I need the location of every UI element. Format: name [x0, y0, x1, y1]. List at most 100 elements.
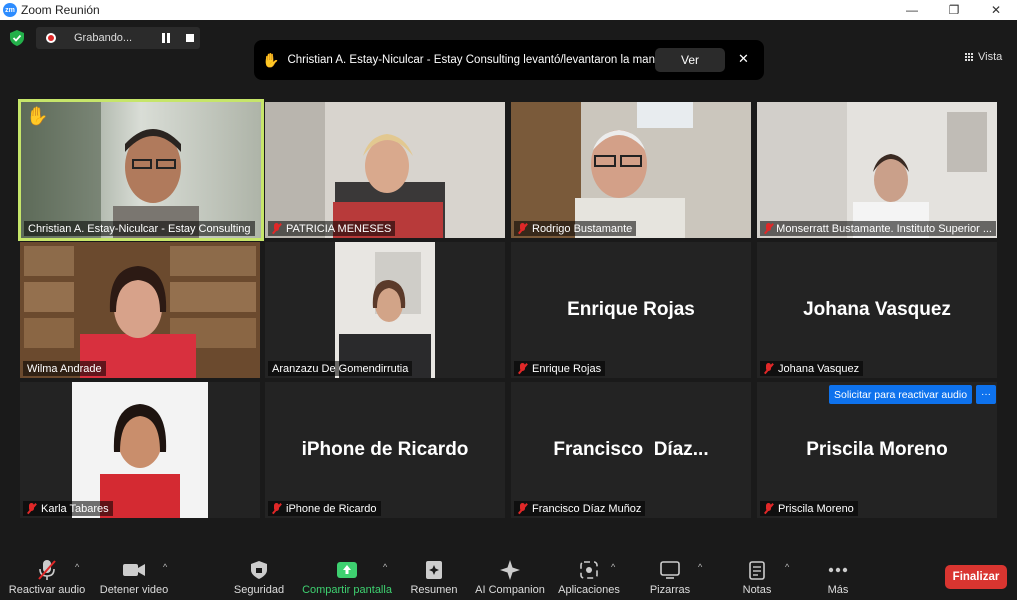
notification-text: Christian A. Estay-Niculcar - Estay Cons…	[287, 54, 662, 66]
muted-microphone-icon	[38, 560, 56, 580]
view-label: Vista	[978, 51, 1003, 63]
meeting-toolbar: Reactivar audio ^ Detener video ^ Seguri…	[0, 550, 1017, 600]
participant-video-feed	[511, 102, 751, 238]
more-button[interactable]: Más	[818, 550, 858, 600]
apps-options-caret-icon[interactable]: ^	[611, 562, 615, 572]
video-tile[interactable]: Wilma Andrade	[20, 242, 260, 378]
encryption-shield-icon[interactable]	[10, 30, 24, 46]
recording-indicator: Grabando...	[36, 27, 200, 49]
share-screen-label: Compartir pantalla	[302, 584, 392, 596]
minimize-button[interactable]: —	[891, 0, 933, 20]
apps-label: Aplicaciones	[558, 584, 620, 596]
whiteboards-label: Pizarras	[649, 584, 691, 596]
participant-video-feed	[72, 382, 208, 518]
summary-label: Resumen	[410, 584, 458, 596]
close-notification-button[interactable]: ✕	[738, 51, 749, 67]
whiteboards-options-caret-icon[interactable]: ^	[698, 562, 702, 572]
video-tile[interactable]: Aranzazu De Gomendirrutia	[265, 242, 505, 378]
muted-mic-icon	[272, 223, 281, 234]
participant-name: Monserratt Bustamante. Instituto Superio…	[760, 221, 996, 236]
end-meeting-button[interactable]: Finalizar	[945, 565, 1007, 589]
whiteboard-icon	[660, 561, 680, 579]
view-button[interactable]: Ver	[655, 48, 725, 72]
video-tile[interactable]: Johana Vasquez Johana Vasquez	[757, 242, 997, 378]
request-unmute-button[interactable]: Solicitar para reactivar audio	[829, 385, 973, 404]
muted-mic-icon	[518, 363, 527, 374]
more-dots-icon	[828, 567, 848, 573]
apps-button[interactable]: Aplicaciones	[556, 550, 622, 600]
participant-video-feed	[757, 102, 997, 238]
video-tile[interactable]: Monserratt Bustamante. Instituto Superio…	[757, 102, 997, 238]
more-label: Más	[827, 584, 849, 596]
video-tile[interactable]: PATRICIA MENESES	[265, 102, 505, 238]
meeting-top-bar: Grabando... ✋ Christian A. Estay-Niculca…	[0, 20, 1017, 96]
share-screen-icon	[337, 562, 357, 578]
video-tile[interactable]: Rodrigo Bustamante	[511, 102, 751, 238]
participant-name: Christian A. Estay-Niculcar - Estay Cons…	[24, 221, 255, 236]
whiteboards-button[interactable]: Pizarras	[646, 550, 694, 600]
pause-recording-button[interactable]	[162, 33, 170, 43]
security-label: Seguridad	[233, 584, 285, 596]
close-window-button[interactable]: ✕	[975, 0, 1017, 20]
muted-mic-icon	[764, 223, 772, 234]
share-options-caret-icon[interactable]: ^	[383, 562, 387, 572]
zoom-logo-icon: zm	[3, 3, 17, 17]
unmute-button[interactable]: Reactivar audio	[8, 550, 86, 600]
security-button[interactable]: Seguridad	[232, 550, 286, 600]
participant-name: Karla Tabares	[23, 501, 113, 516]
video-tile[interactable]: Karla Tabares	[20, 382, 260, 518]
participant-name: Francisco Díaz Muñoz	[514, 501, 646, 516]
raise-hand-notification: ✋ Christian A. Estay-Niculcar - Estay Co…	[254, 40, 764, 80]
participant-name: Rodrigo Bustamante	[514, 221, 637, 236]
stop-recording-button[interactable]	[186, 34, 194, 42]
video-options-caret-icon[interactable]: ^	[163, 562, 167, 572]
ai-companion-button[interactable]: AI Companion	[474, 550, 546, 600]
participant-video-feed	[265, 102, 505, 238]
ai-companion-label: AI Companion	[475, 584, 545, 596]
participant-display-name: iPhone de Ricardo	[301, 439, 469, 460]
share-screen-button[interactable]: Compartir pantalla	[300, 550, 394, 600]
recording-dot-icon	[46, 33, 56, 43]
raised-hand-tile-icon: ✋	[26, 106, 49, 126]
ai-sparkle-icon	[500, 560, 520, 580]
muted-mic-icon	[272, 503, 281, 514]
tile-more-options-button[interactable]: ···	[976, 385, 996, 404]
participant-video-feed	[21, 102, 261, 238]
security-shield-icon	[251, 561, 267, 579]
participant-name: Enrique Rojas	[514, 361, 606, 376]
stop-video-button[interactable]: Detener video	[98, 550, 170, 600]
apps-icon	[580, 561, 598, 579]
audio-options-caret-icon[interactable]: ^	[75, 562, 79, 572]
video-tile[interactable]: Priscila Moreno Solicitar para reactivar…	[757, 382, 997, 518]
participant-name: PATRICIA MENESES	[268, 221, 396, 236]
grid-view-icon	[965, 52, 974, 62]
participant-display-name: Johana Vasquez	[803, 299, 951, 320]
notes-label: Notas	[742, 584, 772, 596]
notes-icon	[749, 561, 765, 580]
video-tile[interactable]: Francisco Díaz... Francisco Díaz Muñoz	[511, 382, 751, 518]
participant-display-name: Enrique Rojas	[567, 299, 695, 320]
video-camera-icon	[123, 564, 145, 576]
participant-video-feed	[335, 242, 435, 378]
window-title-bar: zm Zoom Reunión — ❐ ✕	[0, 0, 1017, 20]
recording-label: Grabando...	[74, 32, 133, 44]
maximize-button[interactable]: ❐	[933, 0, 975, 20]
summary-button[interactable]: Resumen	[408, 550, 460, 600]
unmute-label: Reactivar audio	[8, 584, 86, 596]
participant-display-name: Francisco Díaz...	[553, 439, 709, 460]
view-button-top[interactable]: Vista	[965, 51, 1002, 63]
participant-name: Johana Vasquez	[760, 361, 864, 376]
notes-button[interactable]: Notas	[736, 550, 778, 600]
participant-name: Wilma Andrade	[23, 361, 106, 376]
muted-mic-icon	[764, 503, 773, 514]
video-tile[interactable]: Enrique Rojas Enrique Rojas	[511, 242, 751, 378]
video-tile[interactable]: ✋ Christian A. Estay-Niculcar - Estay Co…	[18, 99, 264, 241]
muted-mic-icon	[518, 503, 527, 514]
participant-name: iPhone de Ricardo	[268, 501, 381, 516]
stop-video-label: Detener video	[99, 584, 169, 596]
summary-document-icon	[426, 561, 442, 579]
muted-mic-icon	[518, 223, 527, 234]
window-title: Zoom Reunión	[21, 3, 100, 17]
notes-options-caret-icon[interactable]: ^	[785, 562, 789, 572]
video-tile[interactable]: iPhone de Ricardo iPhone de Ricardo	[265, 382, 505, 518]
